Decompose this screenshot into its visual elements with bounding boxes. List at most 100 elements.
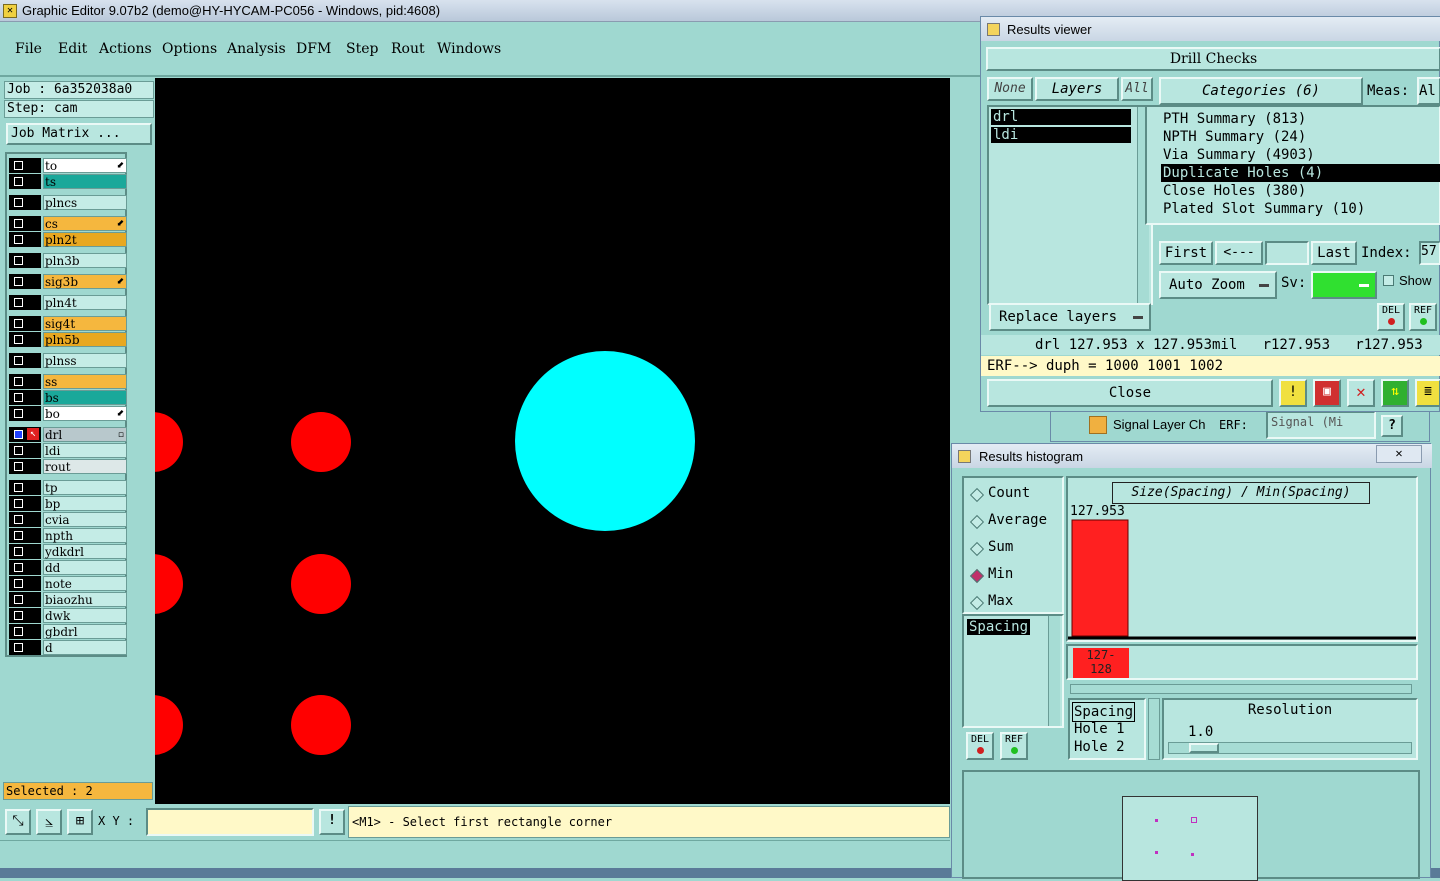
layer-checkbox[interactable] xyxy=(9,528,41,543)
menu-analysis[interactable]: Analysis xyxy=(227,41,286,57)
nav-field[interactable] xyxy=(1265,241,1309,265)
histogram-bar[interactable] xyxy=(1071,519,1129,637)
menu-file[interactable]: File xyxy=(15,41,42,57)
histogram-list-scrollbar[interactable] xyxy=(1048,616,1060,726)
layer-checkbox[interactable] xyxy=(9,174,41,189)
index-field[interactable]: 57 xyxy=(1419,241,1440,265)
layer-name[interactable]: bo ⬋ xyxy=(43,406,127,421)
category-item[interactable]: Via Summary (4903) xyxy=(1163,146,1315,164)
layer-row-pln4t[interactable]: pln4t xyxy=(9,295,127,310)
measure-icon[interactable]: ⦥ xyxy=(36,809,62,835)
category-item[interactable]: Close Holes (380) xyxy=(1163,182,1306,200)
layer-row-rout[interactable]: rout xyxy=(9,459,127,474)
layer-checkbox[interactable] xyxy=(9,195,41,210)
close-icon[interactable] xyxy=(987,23,1000,36)
layer-name[interactable]: ss xyxy=(43,374,127,389)
layer-row-bo[interactable]: bo ⬋ xyxy=(9,406,127,421)
first-button[interactable]: First xyxy=(1159,241,1213,265)
xy-input[interactable] xyxy=(146,808,314,836)
layer-checkbox[interactable] xyxy=(9,512,41,527)
report-icon[interactable]: ▣ xyxy=(1313,379,1341,407)
layer-row-pln3b[interactable]: pln3b xyxy=(9,253,127,268)
layer-name[interactable]: ydkdrl xyxy=(43,544,127,559)
chart-scrollbar[interactable] xyxy=(1070,684,1412,694)
alert-button[interactable]: ! xyxy=(319,809,345,835)
layer-row-plncs[interactable]: plncs xyxy=(9,195,127,210)
category-item-selected[interactable]: Duplicate Holes (4) xyxy=(1161,164,1440,182)
detail-item[interactable]: Hole 2 xyxy=(1074,738,1125,756)
detail-item-selected[interactable]: Spacing xyxy=(1072,702,1136,722)
layer-checkbox[interactable] xyxy=(9,459,41,474)
layer-name[interactable]: biaozhu xyxy=(43,592,127,607)
layer-checkbox[interactable] xyxy=(9,353,41,368)
signal-erf-field[interactable]: Signal (Mi xyxy=(1266,411,1376,439)
layer-checkbox[interactable] xyxy=(9,544,41,559)
zoom-diag-icon[interactable]: ⤡ xyxy=(5,809,31,835)
info-icon[interactable]: ! xyxy=(1279,379,1307,407)
menu-dfm[interactable]: DFM xyxy=(296,41,331,57)
help-button[interactable]: ? xyxy=(1381,415,1403,437)
layer-name[interactable]: sig4t xyxy=(43,316,127,331)
categories-button[interactable]: Categories (6) xyxy=(1159,77,1363,105)
layer-row-plnss[interactable]: plnss xyxy=(9,353,127,368)
auto-zoom-dropdown[interactable]: Auto Zoom xyxy=(1159,271,1277,299)
radio-count[interactable] xyxy=(969,487,985,503)
radio-sum[interactable] xyxy=(969,541,985,557)
replace-layers-dropdown[interactable]: Replace layers xyxy=(989,303,1151,331)
layer-row-ydkdrl[interactable]: ydkdrl xyxy=(9,544,127,559)
layer-row-npth[interactable]: npth xyxy=(9,528,127,543)
close-icon[interactable]: ✕ xyxy=(1376,445,1422,463)
resolution-slider[interactable] xyxy=(1168,742,1412,754)
layer-row-gbdrl[interactable]: gbdrl xyxy=(9,624,127,639)
layer-checkbox[interactable] xyxy=(9,374,41,389)
layer-name[interactable]: pln5b xyxy=(43,332,127,347)
layer-row-to[interactable]: to ⬋ xyxy=(9,158,127,173)
hist-del-button[interactable]: DEL xyxy=(966,732,994,760)
histogram-list-item[interactable]: Spacing xyxy=(967,619,1031,635)
layer-row-bp[interactable]: bp xyxy=(9,496,127,511)
layer-checkbox[interactable] xyxy=(9,332,41,347)
layer-row-biaozhu[interactable]: biaozhu xyxy=(9,592,127,607)
layer-checkbox[interactable] xyxy=(9,592,41,607)
layer-checkbox[interactable] xyxy=(9,232,41,247)
result-layer-drl[interactable]: drl xyxy=(991,109,1131,125)
layer-name[interactable]: pln4t xyxy=(43,295,127,310)
meas-dropdown[interactable]: Al xyxy=(1417,77,1440,105)
layer-name[interactable]: note xyxy=(43,576,127,591)
detail-item[interactable]: Hole 1 xyxy=(1074,720,1125,738)
layer-checkbox[interactable] xyxy=(9,406,41,421)
menu-windows[interactable]: Windows xyxy=(437,41,501,57)
layer-row-drl[interactable]: ↖ drl ▫ xyxy=(9,427,127,442)
menu-edit[interactable]: Edit xyxy=(58,41,87,57)
layer-row-dd[interactable]: dd xyxy=(9,560,127,575)
last-button[interactable]: Last xyxy=(1311,241,1357,265)
notes-icon[interactable]: ≣ xyxy=(1415,379,1440,407)
layer-row-cvia[interactable]: cvia xyxy=(9,512,127,527)
grid-icon[interactable]: ⊞ xyxy=(67,809,93,835)
layer-name[interactable]: pln3b xyxy=(43,253,127,268)
layer-row-dwk[interactable]: dwk xyxy=(9,608,127,623)
layer-row-tp[interactable]: tp xyxy=(9,480,127,495)
layer-checkbox[interactable] xyxy=(9,216,41,231)
layer-checkbox[interactable] xyxy=(9,480,41,495)
category-item[interactable]: NPTH Summary (24) xyxy=(1163,128,1306,146)
del-button[interactable]: DEL xyxy=(1377,303,1405,331)
layers-button[interactable]: Layers xyxy=(1035,77,1119,101)
layer-checkbox[interactable] xyxy=(9,576,41,591)
layer-row-cs[interactable]: cs ⬋ xyxy=(9,216,127,231)
result-layer-ldi[interactable]: ldi xyxy=(991,127,1131,143)
layer-checkbox[interactable] xyxy=(9,608,41,623)
layers-all-button[interactable]: All xyxy=(1121,77,1153,101)
preview-thumbnail[interactable] xyxy=(1122,796,1258,881)
category-item[interactable]: PTH Summary (813) xyxy=(1163,110,1306,128)
detail-scrollbar[interactable] xyxy=(1148,698,1160,760)
layers-none-button[interactable]: None xyxy=(987,77,1033,101)
layer-checkbox[interactable] xyxy=(9,253,41,268)
layer-name[interactable]: pln2t xyxy=(43,232,127,247)
sv-color-dropdown[interactable] xyxy=(1311,271,1377,299)
close-button[interactable]: Close xyxy=(987,379,1273,407)
layer-name[interactable]: npth xyxy=(43,528,127,543)
layer-checkbox[interactable] xyxy=(9,390,41,405)
layer-row-ts[interactable]: ts xyxy=(9,174,127,189)
layer-name[interactable]: bs xyxy=(43,390,127,405)
